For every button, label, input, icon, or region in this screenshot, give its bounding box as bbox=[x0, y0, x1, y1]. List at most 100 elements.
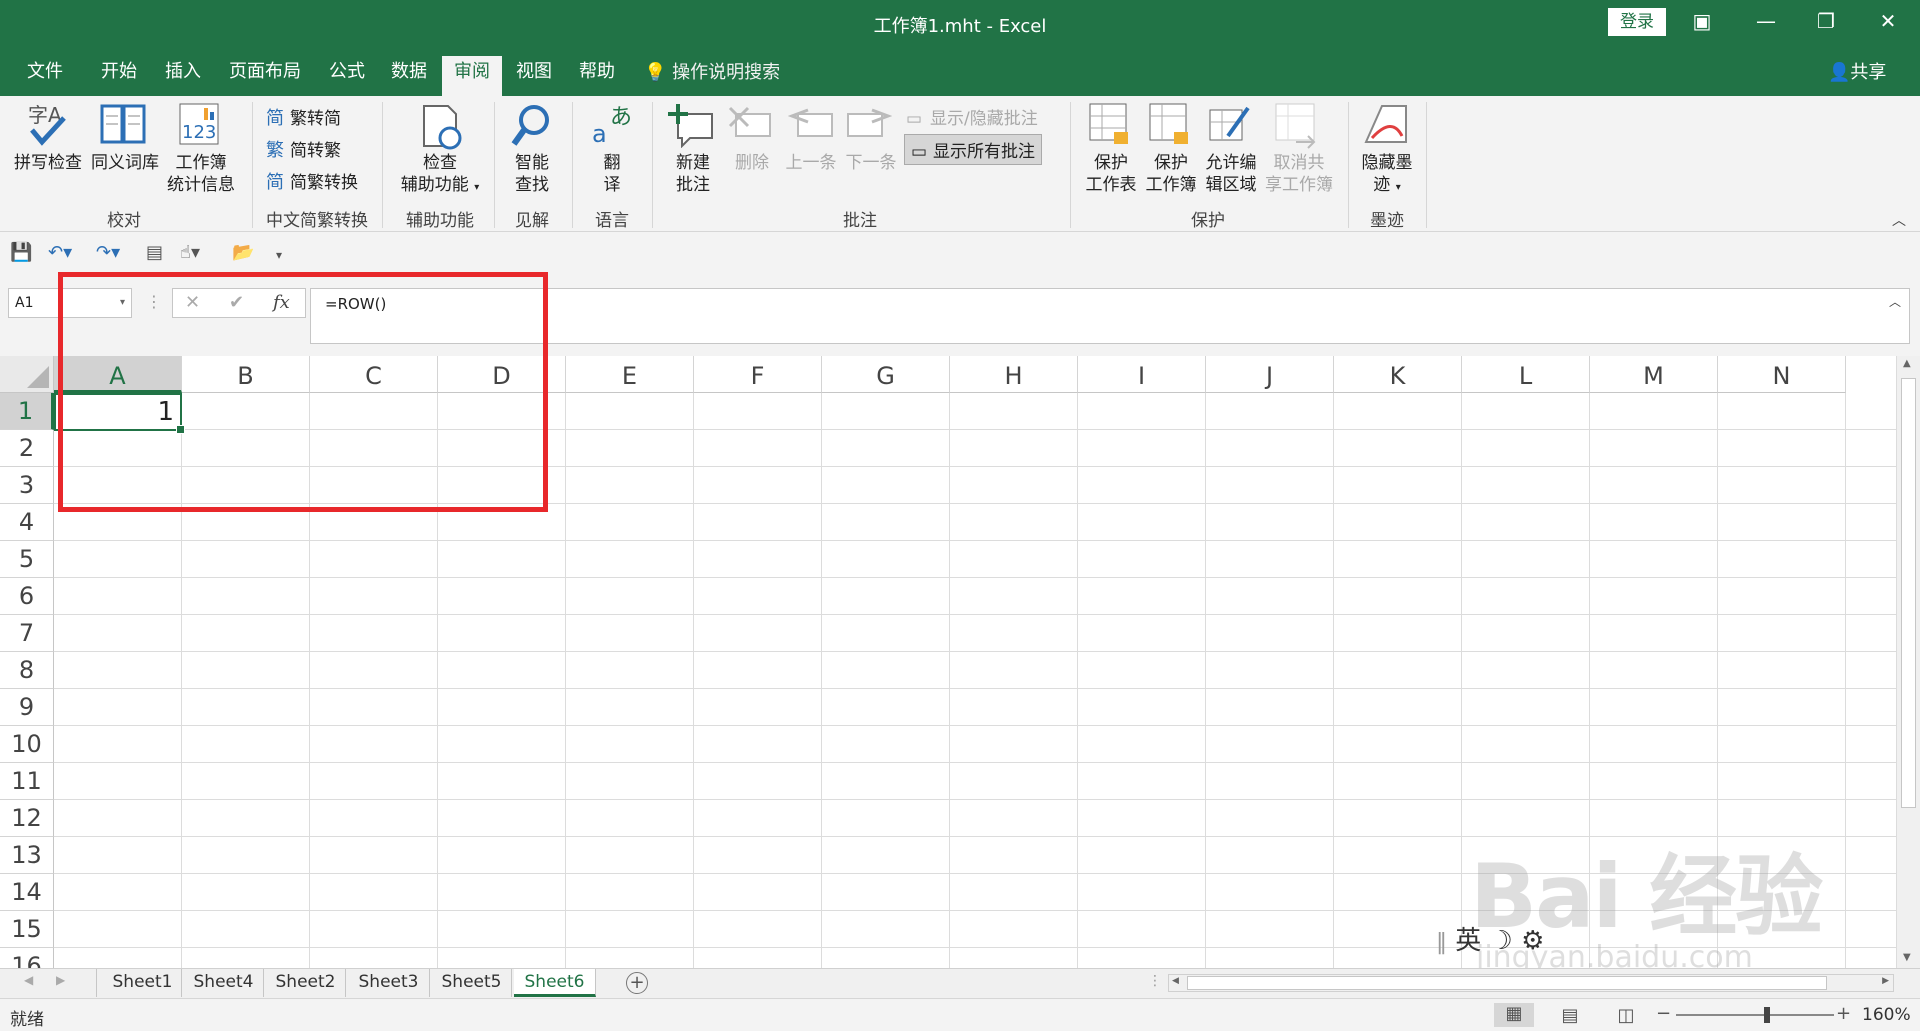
row-header-1[interactable]: 1 bbox=[0, 393, 54, 430]
row-header-4[interactable]: 4 bbox=[0, 504, 54, 541]
column-header-h[interactable]: H bbox=[950, 356, 1078, 393]
tab-file[interactable]: 文件 bbox=[14, 56, 76, 96]
expand-formula-bar-icon[interactable]: ︿ bbox=[1889, 293, 1901, 310]
unshare-workbook-button[interactable]: 取消共 享工作簿 bbox=[1262, 152, 1336, 196]
sheet-tab-sheet1[interactable]: Sheet1 bbox=[104, 969, 182, 997]
worksheet-grid[interactable]: ABCDEFGHIJKLMN 1 2 3 4 5 6 7 8 9 10 11 12 13 14 15 16 1… bbox=[0, 356, 1920, 968]
show-hide-comment-button[interactable]: ▭ 显示/隐藏批注 bbox=[906, 104, 1038, 129]
chinese-conversion-button[interactable]: 简简繁转换 bbox=[266, 168, 358, 194]
restore-button[interactable]: ❐ bbox=[1796, 0, 1856, 42]
new-comment-button[interactable]: 新建 批注 bbox=[660, 152, 726, 196]
traditional-to-simplified-button[interactable]: 简繁转简 bbox=[266, 104, 341, 130]
column-header-f[interactable]: F bbox=[694, 356, 822, 393]
row-header-16[interactable]: 16 bbox=[0, 948, 54, 968]
zoom-slider[interactable] bbox=[1676, 1014, 1834, 1016]
column-header-i[interactable]: I bbox=[1078, 356, 1206, 393]
tab-help[interactable]: 帮助 bbox=[566, 56, 628, 96]
column-header-c[interactable]: C bbox=[310, 356, 438, 393]
close-button[interactable]: ✕ bbox=[1858, 0, 1918, 42]
active-cell-a1[interactable]: 1 bbox=[54, 393, 185, 434]
login-button[interactable]: 登录 bbox=[1608, 8, 1666, 36]
vertical-scrollbar[interactable]: ▲ ▼ bbox=[1896, 356, 1920, 968]
resize-handle-icon[interactable]: ⋮ bbox=[146, 292, 162, 311]
sheet-tab-sheet4[interactable]: Sheet4 bbox=[184, 969, 264, 997]
column-header-j[interactable]: J bbox=[1206, 356, 1334, 393]
gear-icon[interactable]: ⚙ bbox=[1521, 926, 1544, 956]
moon-icon[interactable]: ☽ bbox=[1490, 926, 1513, 956]
row-header-5[interactable]: 5 bbox=[0, 541, 54, 578]
ime-language[interactable]: 英 bbox=[1455, 926, 1481, 956]
enter-icon[interactable]: ✔ bbox=[229, 292, 244, 313]
ime-toolbar[interactable]: ‖ 英 ☽ ⚙ bbox=[1436, 920, 1544, 957]
row-header-15[interactable]: 15 bbox=[0, 911, 54, 948]
row-header-7[interactable]: 7 bbox=[0, 615, 54, 652]
next-sheet-icon[interactable]: ▶ bbox=[56, 973, 65, 987]
column-header-l[interactable]: L bbox=[1462, 356, 1590, 393]
simplified-to-traditional-button[interactable]: 繁简转繁 bbox=[266, 136, 341, 162]
scroll-down-icon[interactable]: ▼ bbox=[1903, 952, 1911, 963]
vertical-scroll-thumb[interactable] bbox=[1901, 378, 1916, 808]
select-all-button[interactable] bbox=[0, 356, 54, 393]
spell-check-button[interactable]: 拼写检查 bbox=[10, 152, 86, 174]
hide-ink-button[interactable]: 隐藏墨 迹 ▾ bbox=[1356, 152, 1418, 199]
tab-data[interactable]: 数据 bbox=[378, 56, 440, 96]
touch-mode-icon[interactable]: ☝▾ bbox=[180, 242, 200, 263]
row-header-11[interactable]: 11 bbox=[0, 763, 54, 800]
tab-home[interactable]: 开始 bbox=[88, 56, 150, 96]
redo-icon[interactable]: ↷▾ bbox=[96, 242, 120, 263]
allow-edit-ranges-button[interactable]: 允许编 辑区域 bbox=[1200, 152, 1262, 196]
smart-lookup-button[interactable]: 智能 查找 bbox=[500, 152, 564, 196]
show-all-comments-button[interactable]: ▭ 显示所有批注 bbox=[904, 134, 1042, 165]
prev-sheet-icon[interactable]: ◀ bbox=[24, 973, 33, 987]
scroll-left-icon[interactable]: ◀ bbox=[1172, 976, 1179, 986]
share-button[interactable]: 👤共享 bbox=[1828, 58, 1886, 84]
scroll-right-icon[interactable]: ▶ bbox=[1882, 976, 1889, 986]
undo-icon[interactable]: ↶▾ bbox=[48, 242, 72, 263]
minimize-button[interactable]: — bbox=[1736, 0, 1796, 42]
tab-view[interactable]: 视图 bbox=[504, 56, 564, 96]
column-header-d[interactable]: D bbox=[438, 356, 566, 393]
column-header-a[interactable]: A bbox=[54, 356, 182, 393]
row-header-8[interactable]: 8 bbox=[0, 652, 54, 689]
next-comment-button[interactable]: 下一条 bbox=[842, 152, 900, 174]
insert-function-icon[interactable]: fx bbox=[273, 292, 290, 313]
tab-review[interactable]: 审阅 bbox=[442, 56, 502, 96]
protect-workbook-button[interactable]: 保护 工作簿 bbox=[1140, 152, 1202, 196]
row-header-2[interactable]: 2 bbox=[0, 430, 54, 467]
page-layout-view-icon[interactable]: ▤ bbox=[1550, 1005, 1590, 1026]
check-accessibility-button[interactable]: 检查 辅助功能 ▾ bbox=[390, 152, 490, 199]
customize-qat-icon[interactable]: ▾ bbox=[276, 248, 282, 262]
open-folder-icon[interactable]: 📂 bbox=[232, 242, 254, 263]
row-header-9[interactable]: 9 bbox=[0, 689, 54, 726]
ribbon-display-options-icon[interactable]: ▣ bbox=[1672, 0, 1732, 42]
tell-me-search[interactable]: 💡 操作说明搜索 bbox=[644, 58, 780, 84]
horizontal-scrollbar[interactable]: ◀ ▶ bbox=[1168, 974, 1894, 992]
sheet-tab-sheet2[interactable]: Sheet2 bbox=[266, 969, 346, 997]
tab-page-layout[interactable]: 页面布局 bbox=[222, 56, 308, 96]
formula-input[interactable]: =ROW() ︿ bbox=[310, 288, 1910, 344]
column-header-n[interactable]: N bbox=[1718, 356, 1846, 393]
column-header-k[interactable]: K bbox=[1334, 356, 1462, 393]
workbook-stats-button[interactable]: 工作簿 统计信息 bbox=[164, 152, 238, 196]
column-header-e[interactable]: E bbox=[566, 356, 694, 393]
collapse-ribbon-icon[interactable]: ︿ bbox=[1892, 210, 1906, 230]
sheet-tab-sheet6[interactable]: Sheet6 bbox=[514, 969, 596, 997]
row-header-13[interactable]: 13 bbox=[0, 837, 54, 874]
zoom-in-button[interactable]: + bbox=[1836, 1003, 1851, 1024]
page-break-icon[interactable]: ▤ bbox=[146, 242, 163, 263]
row-header-3[interactable]: 3 bbox=[0, 467, 54, 504]
column-header-b[interactable]: B bbox=[182, 356, 310, 393]
sheet-tab-sheet3[interactable]: Sheet3 bbox=[348, 969, 430, 997]
delete-comment-button[interactable]: 删除 bbox=[730, 152, 774, 174]
save-icon[interactable]: 💾 bbox=[10, 242, 32, 263]
previous-comment-button[interactable]: 上一条 bbox=[782, 152, 840, 174]
row-header-12[interactable]: 12 bbox=[0, 800, 54, 837]
column-header-m[interactable]: M bbox=[1590, 356, 1718, 393]
tab-split-handle-icon[interactable]: ⋮ bbox=[1148, 973, 1162, 989]
zoom-level[interactable]: 160% bbox=[1862, 1005, 1911, 1025]
chevron-down-icon[interactable]: ▾ bbox=[120, 289, 125, 317]
translate-button[interactable]: 翻 译 bbox=[582, 152, 642, 196]
horizontal-scroll-thumb[interactable] bbox=[1187, 976, 1827, 990]
normal-view-icon[interactable]: ▦ bbox=[1494, 1003, 1534, 1027]
row-header-10[interactable]: 10 bbox=[0, 726, 54, 763]
